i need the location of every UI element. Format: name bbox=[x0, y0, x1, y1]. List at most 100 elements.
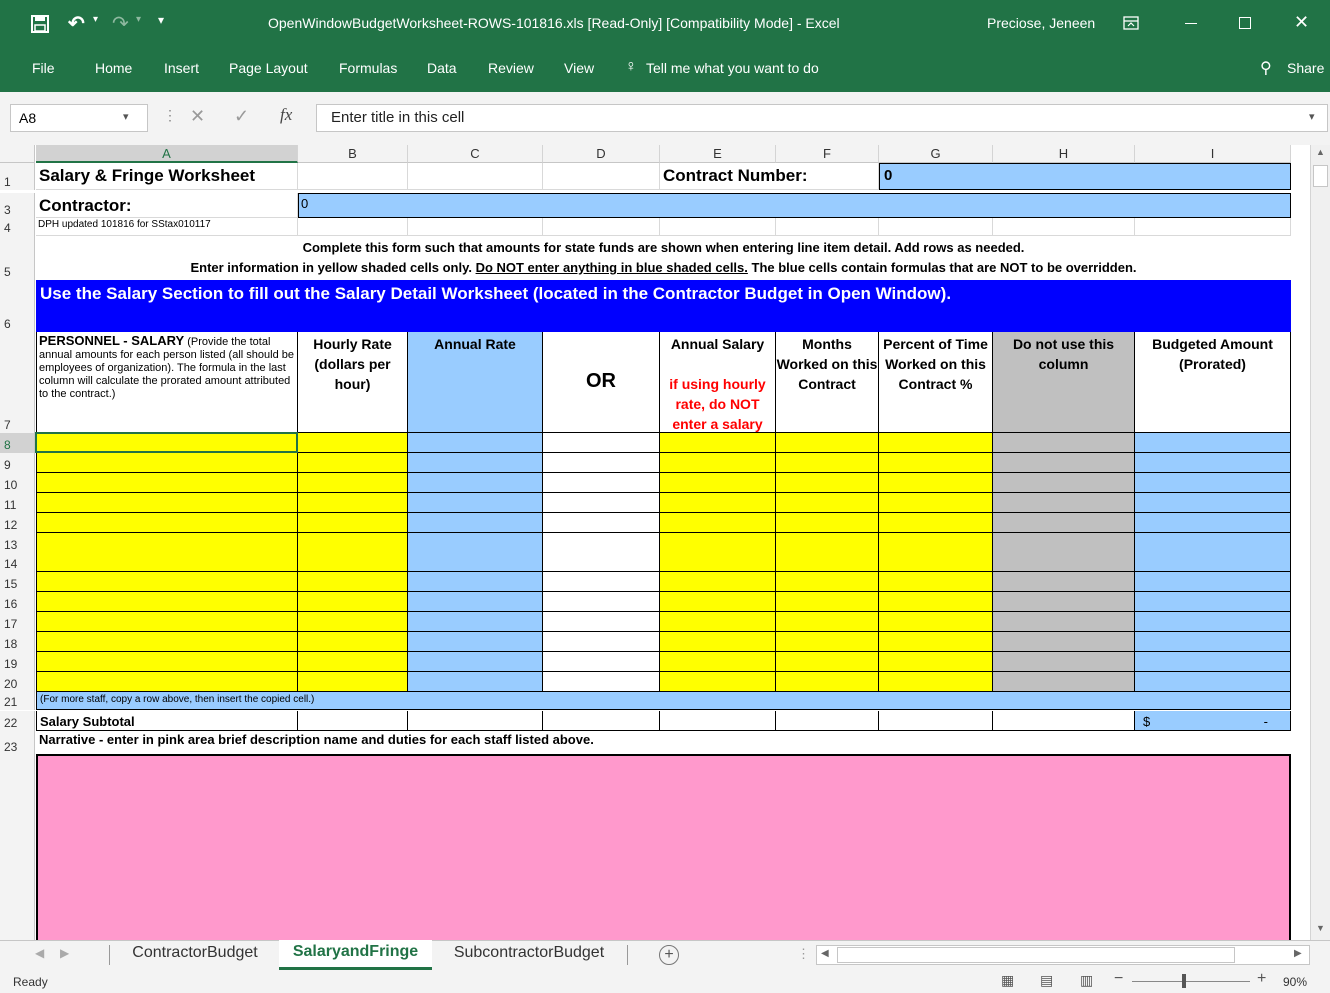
budgeted-amount-cell[interactable] bbox=[1135, 472, 1291, 493]
hourly-rate-cell[interactable] bbox=[298, 452, 408, 473]
redo-icon[interactable]: ↷ bbox=[112, 11, 129, 36]
cell-r4[interactable] bbox=[298, 218, 408, 236]
cell-r4[interactable] bbox=[1135, 218, 1291, 236]
row-header-6[interactable]: 6 bbox=[0, 280, 35, 332]
zoom-level[interactable]: 90% bbox=[1283, 975, 1307, 989]
do-not-use-cell[interactable] bbox=[993, 651, 1135, 672]
percent-time-cell[interactable] bbox=[879, 433, 993, 453]
cell-r1[interactable] bbox=[543, 163, 660, 190]
row-header-9[interactable]: 9 bbox=[0, 452, 35, 473]
or-cell[interactable] bbox=[543, 651, 660, 672]
add-sheet-icon[interactable]: + bbox=[659, 945, 679, 965]
personnel-title-cell[interactable] bbox=[36, 512, 298, 533]
percent-time-cell[interactable] bbox=[879, 592, 993, 613]
normal-view-icon[interactable]: ▦ bbox=[1001, 972, 1014, 989]
sheet-tab-contractorbudget[interactable]: ContractorBudget bbox=[115, 941, 275, 969]
percent-time-cell[interactable] bbox=[879, 671, 993, 692]
scroll-left-icon[interactable]: ◀ bbox=[821, 948, 829, 959]
hourly-rate-cell[interactable] bbox=[298, 492, 408, 513]
horizontal-scroll-thumb[interactable] bbox=[837, 947, 1235, 963]
or-cell[interactable] bbox=[543, 472, 660, 493]
cell-r1[interactable] bbox=[408, 163, 543, 190]
personnel-title-cell[interactable] bbox=[36, 532, 298, 553]
do-not-use-cell[interactable] bbox=[993, 612, 1135, 633]
tab-data[interactable]: Data bbox=[427, 60, 457, 76]
annual-salary-cell[interactable] bbox=[660, 512, 776, 533]
annual-rate-cell[interactable] bbox=[408, 572, 543, 593]
annual-salary-cell[interactable] bbox=[660, 433, 776, 453]
row-header-13[interactable]: 13 bbox=[0, 532, 35, 553]
or-cell[interactable] bbox=[543, 572, 660, 593]
cell-r4[interactable] bbox=[993, 218, 1135, 236]
row-header-21[interactable]: 21 bbox=[0, 692, 35, 710]
vertical-scroll-thumb[interactable] bbox=[1313, 165, 1328, 187]
budgeted-amount-cell[interactable] bbox=[1135, 651, 1291, 672]
tab-review[interactable]: Review bbox=[488, 60, 534, 76]
months-worked-cell[interactable] bbox=[776, 651, 879, 672]
do-not-use-cell[interactable] bbox=[993, 592, 1135, 613]
subtotal-cell[interactable] bbox=[298, 711, 408, 731]
percent-time-cell[interactable] bbox=[879, 472, 993, 493]
or-cell[interactable] bbox=[543, 612, 660, 633]
cell-a23[interactable]: Narrative - enter in pink area brief des… bbox=[36, 731, 1291, 755]
do-not-use-cell[interactable] bbox=[993, 572, 1135, 593]
percent-time-cell[interactable] bbox=[879, 632, 993, 652]
ribbon-display-options-icon[interactable] bbox=[1123, 16, 1139, 30]
months-worked-cell[interactable] bbox=[776, 452, 879, 473]
do-not-use-cell[interactable] bbox=[993, 512, 1135, 533]
row-header-3[interactable]: 3 bbox=[0, 193, 35, 218]
do-not-use-cell[interactable] bbox=[993, 532, 1135, 553]
do-not-use-cell[interactable] bbox=[993, 452, 1135, 473]
tell-me-search[interactable]: Tell me what you want to do bbox=[646, 60, 819, 76]
cell-e1[interactable]: Contract Number: bbox=[660, 163, 879, 190]
user-name[interactable]: Preciose, Jeneen bbox=[987, 15, 1095, 31]
cell-a22[interactable]: Salary Subtotal bbox=[36, 711, 298, 731]
subtotal-cell[interactable] bbox=[408, 711, 543, 731]
next-sheet-icon[interactable]: ▶ bbox=[60, 946, 69, 960]
percent-time-cell[interactable] bbox=[879, 612, 993, 633]
hourly-rate-cell[interactable] bbox=[298, 512, 408, 533]
personnel-title-cell[interactable] bbox=[36, 592, 298, 613]
column-header-d[interactable]: D bbox=[543, 145, 660, 163]
customize-qat-icon[interactable]: ▾ bbox=[158, 13, 164, 27]
percent-time-cell[interactable] bbox=[879, 651, 993, 672]
header-budgeted-amount[interactable]: Budgeted Amount (Prorated) bbox=[1135, 332, 1291, 433]
budgeted-amount-cell[interactable] bbox=[1135, 552, 1291, 573]
cell-a1[interactable]: Salary & Fringe Worksheet bbox=[36, 163, 298, 190]
budgeted-amount-cell[interactable] bbox=[1135, 632, 1291, 652]
annual-salary-cell[interactable] bbox=[660, 671, 776, 692]
or-cell[interactable] bbox=[543, 671, 660, 692]
cell-r1[interactable] bbox=[298, 163, 408, 190]
cell-g1[interactable]: 0 bbox=[879, 163, 1291, 190]
save-icon[interactable] bbox=[31, 15, 49, 33]
budgeted-amount-cell[interactable] bbox=[1135, 492, 1291, 513]
cell-a21[interactable]: (For more staff, copy a row above, then … bbox=[36, 692, 1291, 710]
percent-time-cell[interactable] bbox=[879, 552, 993, 573]
tab-view[interactable]: View bbox=[564, 60, 594, 76]
do-not-use-cell[interactable] bbox=[993, 433, 1135, 453]
tab-home[interactable]: Home bbox=[95, 60, 132, 76]
hourly-rate-cell[interactable] bbox=[298, 532, 408, 553]
months-worked-cell[interactable] bbox=[776, 492, 879, 513]
annual-salary-cell[interactable] bbox=[660, 572, 776, 593]
percent-time-cell[interactable] bbox=[879, 532, 993, 553]
annual-rate-cell[interactable] bbox=[408, 492, 543, 513]
cell-r4[interactable] bbox=[543, 218, 660, 236]
cancel-icon[interactable]: ✕ bbox=[190, 106, 205, 127]
expand-formula-bar-icon[interactable]: ▾ bbox=[1309, 110, 1315, 123]
header-months-worked[interactable]: Months Worked on this Contract bbox=[776, 332, 879, 433]
annual-rate-cell[interactable] bbox=[408, 552, 543, 573]
formula-input[interactable]: Enter title in this cell bbox=[316, 104, 1328, 132]
salary-subtotal-value-cell[interactable]: $ - bbox=[1135, 711, 1291, 731]
share-person-icon[interactable]: ⚲ bbox=[1260, 58, 1272, 78]
column-header-i[interactable]: I bbox=[1135, 145, 1291, 163]
hourly-rate-cell[interactable] bbox=[298, 671, 408, 692]
months-worked-cell[interactable] bbox=[776, 532, 879, 553]
personnel-title-cell[interactable] bbox=[36, 552, 298, 573]
column-header-c[interactable]: C bbox=[408, 145, 543, 163]
undo-dropdown-icon[interactable]: ▾ bbox=[93, 14, 98, 25]
annual-rate-cell[interactable] bbox=[408, 612, 543, 633]
scroll-right-icon[interactable]: ▶ bbox=[1294, 948, 1302, 959]
hourly-rate-cell[interactable] bbox=[298, 433, 408, 453]
budgeted-amount-cell[interactable] bbox=[1135, 572, 1291, 593]
